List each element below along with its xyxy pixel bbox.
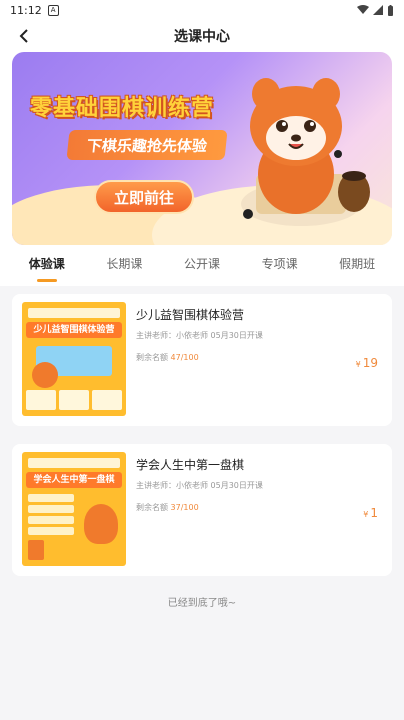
back-button[interactable] xyxy=(12,24,36,48)
status-icons xyxy=(357,4,394,16)
red-panda-icon xyxy=(84,504,118,544)
price-value: 1 xyxy=(370,506,378,520)
course-teacher: 主讲老师：小依老师 05月30日开课 xyxy=(136,331,263,340)
remain-label: 剩余名额 xyxy=(136,503,168,512)
remain-count: 37/100 xyxy=(170,503,199,512)
status-bar: 11:12 A xyxy=(0,0,404,20)
thumb-title: 学会人生中第一盘棋 xyxy=(26,472,122,488)
course-card[interactable]: 少儿益智围棋体验营 少儿益智围棋体验营 主讲老师：小依老师 05月30日开课 剩… xyxy=(12,294,392,426)
notification-icon: A xyxy=(47,4,59,16)
thumb-top-strip xyxy=(28,308,120,318)
tab-holiday[interactable]: 假期班 xyxy=(335,255,379,281)
course-price: ¥1 xyxy=(363,506,378,520)
thumb-feature-list xyxy=(28,494,74,535)
thumb-top-strip xyxy=(28,458,120,468)
nav-bar: 选课中心 xyxy=(0,20,404,52)
remain-label: 剩余名额 xyxy=(136,353,168,362)
status-time: 11:12 xyxy=(10,3,42,17)
course-tabs: 体验课 长期课 公开课 专项课 假期班 xyxy=(0,255,404,281)
lesson-one-badge-icon xyxy=(28,540,44,560)
back-arrow-icon xyxy=(19,29,28,43)
end-of-list-note: 已经到底了哦~ xyxy=(167,598,237,609)
price-value: 19 xyxy=(362,356,378,370)
course-name: 学会人生中第一盘棋 xyxy=(136,458,245,472)
course-thumbnail: 学会人生中第一盘棋 xyxy=(22,452,126,566)
banner-headline: 零基础围棋训练营 xyxy=(30,96,215,121)
tab-trial[interactable]: 体验课 xyxy=(25,255,69,281)
course-remaining: 剩余名额 37/100 xyxy=(136,502,199,513)
red-panda-icon xyxy=(32,362,58,388)
course-remaining: 剩余名额 47/100 xyxy=(136,352,199,363)
thumb-bottom-badges xyxy=(26,390,122,410)
course-price: ¥19 xyxy=(356,356,378,370)
currency-symbol: ¥ xyxy=(363,510,369,519)
promo-banner[interactable]: 零基础围棋训练营 下棋乐趣抢先体验 立即前往 xyxy=(12,52,392,245)
red-panda-mascot-icon xyxy=(241,78,370,226)
tab-public[interactable]: 公开课 xyxy=(180,255,224,281)
course-name: 少儿益智围棋体验营 xyxy=(136,308,245,322)
currency-symbol: ¥ xyxy=(355,360,361,369)
tab-long-term[interactable]: 长期课 xyxy=(102,255,146,281)
signal-icon xyxy=(373,5,383,15)
tab-special[interactable]: 专项课 xyxy=(258,255,302,281)
battery-icon xyxy=(388,4,393,16)
wifi-icon xyxy=(357,5,369,14)
course-card[interactable]: 学会人生中第一盘棋 学会人生中第一盘棋 主讲老师：小依老师 05月30日开课 剩… xyxy=(12,444,392,576)
banner-ribbon: 下棋乐趣抢先体验 xyxy=(66,130,228,160)
course-thumbnail: 少儿益智围棋体验营 xyxy=(22,302,126,416)
banner-cta-button[interactable]: 立即前往 xyxy=(94,180,194,214)
remain-count: 47/100 xyxy=(170,353,199,362)
course-teacher: 主讲老师：小依老师 05月30日开课 xyxy=(136,481,263,490)
page-title: 选课中心 xyxy=(174,29,230,45)
thumb-title: 少儿益智围棋体验营 xyxy=(26,322,122,338)
